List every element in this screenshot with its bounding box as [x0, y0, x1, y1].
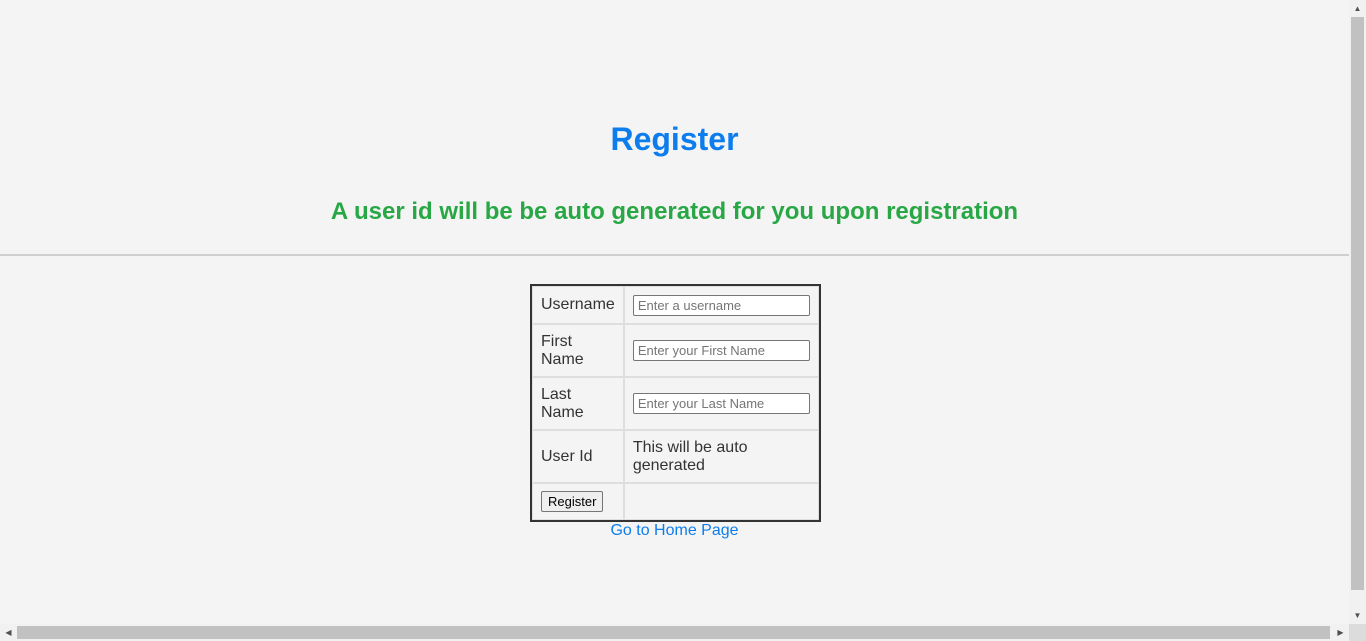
- username-label: Username: [532, 286, 624, 324]
- header-divider: [0, 254, 1349, 256]
- home-link-container: Go to Home Page: [0, 522, 1349, 540]
- register-button-cell: Register: [532, 483, 624, 520]
- horizontal-scroll-thumb[interactable]: [17, 626, 1330, 639]
- empty-cell: [623, 483, 819, 520]
- scrollbar-corner: [1349, 624, 1366, 641]
- user-id-row: User Id This will be auto generated: [532, 430, 819, 483]
- username-input-cell: [623, 286, 819, 324]
- first-name-input-cell: [623, 324, 819, 377]
- user-id-value: This will be auto generated: [623, 430, 819, 483]
- vertical-scroll-thumb[interactable]: [1351, 17, 1364, 590]
- username-row: Username: [532, 286, 819, 324]
- vertical-scrollbar[interactable]: ▲ ▼: [1349, 0, 1366, 624]
- triangle-up-icon[interactable]: ▲: [1349, 0, 1366, 17]
- register-button[interactable]: Register: [541, 491, 604, 512]
- last-name-row: Last Name: [532, 377, 819, 430]
- first-name-row: First Name: [532, 324, 819, 377]
- first-name-input[interactable]: [632, 340, 810, 361]
- last-name-input-cell: [623, 377, 819, 430]
- first-name-label: First Name: [532, 324, 624, 377]
- last-name-label: Last Name: [532, 377, 624, 430]
- triangle-right-icon[interactable]: ▶: [1332, 624, 1349, 641]
- page-title: Register: [610, 121, 739, 157]
- register-form-table: Username First Name Last Name User Id Th…: [530, 284, 821, 522]
- page-subtitle: A user id will be be auto generated for …: [330, 198, 1019, 225]
- horizontal-scrollbar[interactable]: ◀ ▶: [0, 624, 1349, 641]
- home-page-link[interactable]: Go to Home Page: [610, 522, 738, 539]
- last-name-input[interactable]: [632, 393, 810, 414]
- user-id-label: User Id: [532, 430, 624, 483]
- username-input[interactable]: [632, 294, 810, 316]
- page-viewport: Register A user id will be be auto gener…: [0, 0, 1349, 624]
- triangle-left-icon[interactable]: ◀: [0, 624, 17, 641]
- submit-row: Register: [532, 483, 819, 520]
- triangle-down-icon[interactable]: ▼: [1349, 607, 1366, 624]
